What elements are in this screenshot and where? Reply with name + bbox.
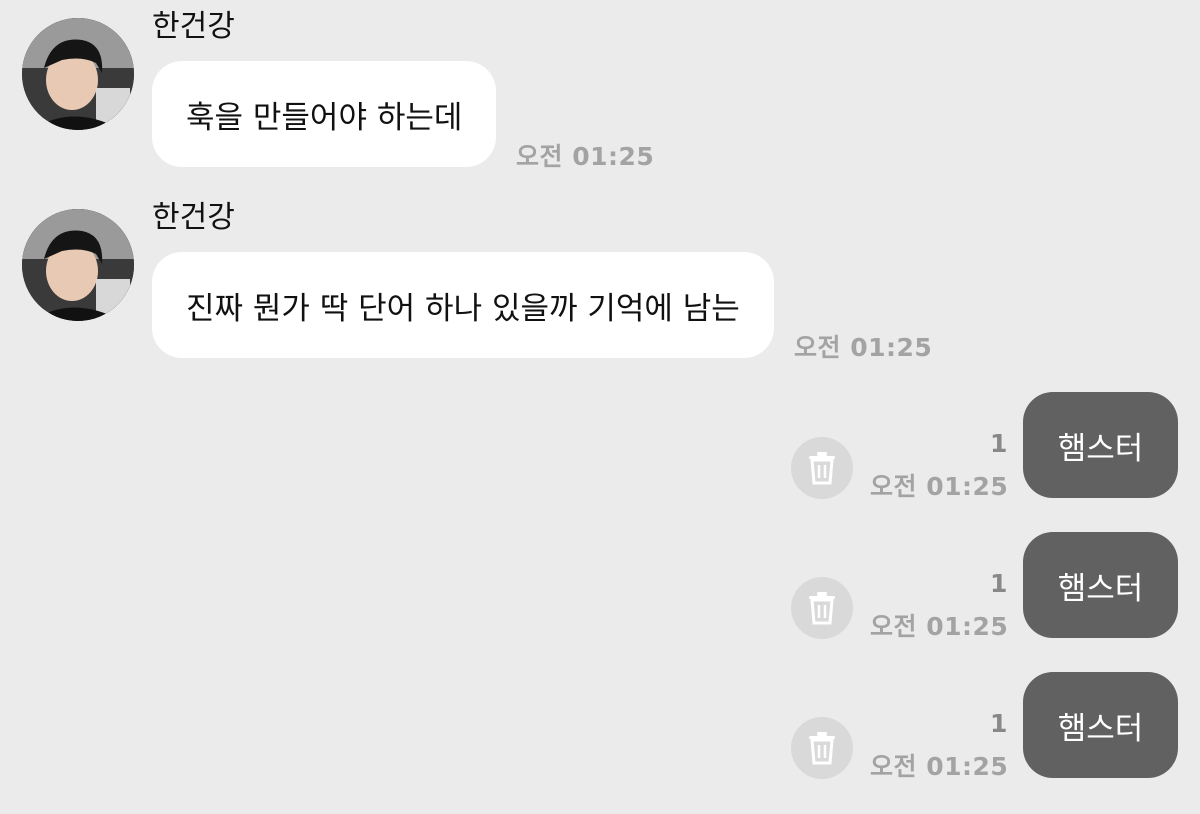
- trash-icon: [809, 452, 835, 485]
- outgoing-message-bubble[interactable]: 햄스터: [1023, 532, 1178, 638]
- sender-name: 한건강: [152, 9, 235, 44]
- sender-name: 한건강: [152, 200, 235, 235]
- delete-button[interactable]: [791, 717, 853, 779]
- sender-avatar[interactable]: [22, 18, 134, 130]
- outgoing-message-bubble[interactable]: 햄스터: [1023, 672, 1178, 778]
- delete-button[interactable]: [791, 437, 853, 499]
- message-timestamp: 오전 01:25: [870, 472, 1009, 501]
- incoming-message-bubble[interactable]: 훅을 만들어야 하는데: [152, 61, 497, 167]
- outgoing-message-bubble[interactable]: 햄스터: [1023, 392, 1178, 498]
- message-timestamp: 오전 01:25: [870, 612, 1009, 641]
- sender-avatar[interactable]: [22, 209, 134, 321]
- incoming-message-bubble[interactable]: 진짜 뭔가 딱 단어 하나 있을까 기억에 남는: [152, 252, 774, 358]
- delete-button[interactable]: [791, 577, 853, 639]
- unread-count: 1: [990, 429, 1008, 458]
- message-timestamp: 오전 01:25: [516, 142, 655, 171]
- unread-count: 1: [990, 709, 1008, 738]
- unread-count: 1: [990, 569, 1008, 598]
- message-timestamp: 오전 01:25: [794, 333, 933, 362]
- message-timestamp: 오전 01:25: [870, 752, 1009, 781]
- trash-icon: [809, 732, 835, 765]
- trash-icon: [809, 592, 835, 625]
